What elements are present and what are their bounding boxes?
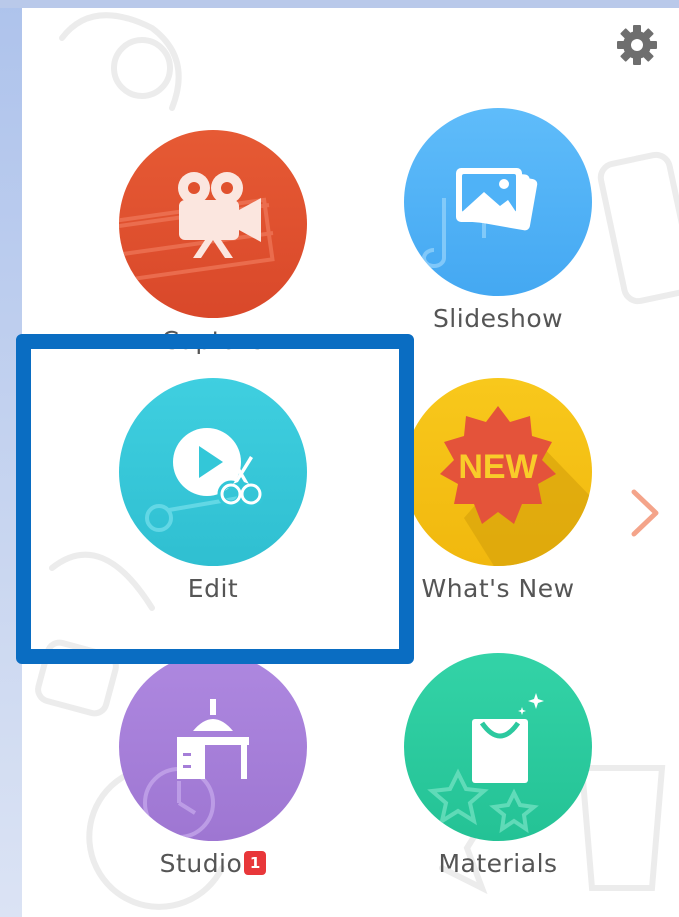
video-camera-icon — [119, 172, 275, 283]
materials-label: Materials — [438, 849, 558, 878]
photo-stack-icon — [422, 168, 538, 268]
slideshow-button[interactable]: Slideshow — [383, 108, 613, 358]
new-burst-icon: NEW — [440, 406, 592, 566]
capture-label: Capture — [161, 326, 265, 355]
whats-new-label: What's New — [421, 574, 575, 603]
chevron-right-icon — [631, 489, 659, 537]
studio-notification-badge: 1 — [244, 851, 267, 875]
new-burst-text: NEW — [458, 448, 538, 486]
studio-circle — [119, 653, 307, 841]
materials-button[interactable]: Materials — [383, 653, 613, 903]
capture-button[interactable]: Capture — [98, 130, 328, 380]
slideshow-label: Slideshow — [432, 304, 564, 333]
whats-new-button[interactable]: NEW What's New — [383, 378, 613, 628]
studio-label: Studio 1 — [98, 849, 328, 878]
edit-button[interactable]: Edit — [98, 378, 328, 628]
home-screen: Capture Slideshow Edit NEW What's New St… — [22, 8, 679, 917]
studio-button[interactable]: Studio 1 — [98, 653, 328, 903]
slideshow-circle — [404, 108, 592, 296]
whats-new-circle: NEW — [404, 378, 592, 566]
studio-label-text: Studio — [159, 849, 243, 878]
top-edge-strip — [0, 0, 679, 8]
shopping-bag-icon — [427, 693, 544, 834]
edit-circle — [119, 378, 307, 566]
settings-button[interactable] — [614, 22, 660, 68]
capture-circle — [119, 130, 307, 318]
desk-lamp-icon — [143, 699, 249, 839]
next-page-button[interactable] — [626, 478, 666, 548]
materials-circle — [404, 653, 592, 841]
gear-icon — [617, 25, 657, 65]
edit-label: Edit — [187, 574, 239, 603]
left-edge-strip — [0, 0, 22, 917]
play-scissors-icon — [145, 428, 265, 532]
